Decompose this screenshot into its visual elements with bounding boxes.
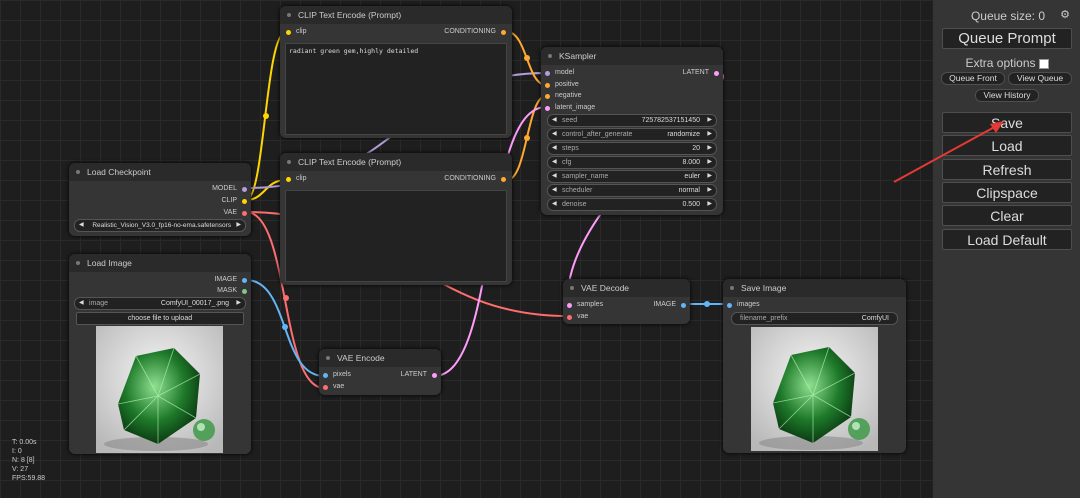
input-images[interactable]: images (725, 300, 760, 310)
input-pixels[interactable]: pixels (321, 370, 351, 380)
output-conditioning[interactable]: CONDITIONING (444, 27, 508, 37)
node-vae-decode[interactable]: VAE Decode samples IMAGE vae (563, 279, 690, 324)
widget-denoise[interactable]: ◀ denoise 0.500 ▶ (547, 198, 717, 211)
load-default-button[interactable]: Load Default (942, 229, 1072, 250)
node-save-image[interactable]: Save Image images filename_prefix ComfyUI (723, 279, 906, 453)
increment-arrow-icon[interactable]: ▶ (707, 171, 712, 182)
increment-arrow-icon[interactable]: ▶ (707, 115, 712, 126)
decrement-arrow-icon[interactable]: ◀ (552, 129, 557, 140)
node-load-image[interactable]: Load Image IMAGE MASK ◀ image ComfyUI_0001… (69, 254, 251, 454)
extra-options: Extra options (933, 56, 1080, 70)
decrement-arrow-icon[interactable]: ◀ (552, 115, 557, 126)
choose-file-button[interactable]: choose file to upload (76, 312, 244, 325)
widget-filename-prefix[interactable]: filename_prefix ComfyUI (731, 312, 898, 325)
node-title[interactable]: Save Image (723, 279, 906, 297)
node-vae-encode[interactable]: VAE Encode pixels LATENT vae (319, 349, 441, 395)
prompt-textarea[interactable]: radiant green gem,highly detailed (285, 43, 507, 135)
output-vae[interactable]: VAE (224, 208, 250, 218)
widget-cfg[interactable]: ◀ cfg 8.000 ▶ (547, 156, 717, 169)
gear-icon[interactable]: ⚙ (1060, 8, 1070, 21)
node-title[interactable]: CLIP Text Encode (Prompt) (280, 153, 512, 171)
output-image[interactable]: IMAGE (653, 300, 688, 310)
clear-button[interactable]: Clear (942, 205, 1072, 226)
input-model[interactable]: model (543, 68, 574, 78)
menu-panel: Queue size: 0 ⚙ Queue Prompt Extra optio… (932, 0, 1080, 498)
decrement-arrow-icon[interactable]: ◀ (552, 157, 557, 168)
increment-arrow-icon[interactable]: ▶ (707, 157, 712, 168)
output-latent[interactable]: LATENT (401, 370, 439, 380)
input-negative[interactable]: negative (543, 91, 581, 101)
gem-image-preview (96, 326, 223, 453)
input-vae[interactable]: vae (565, 312, 588, 322)
input-clip[interactable]: clip (284, 27, 307, 37)
save-button[interactable]: Save (942, 112, 1072, 133)
widget-seed[interactable]: ◀ seed 725782537151450 ▶ (547, 114, 717, 127)
decrement-arrow-icon[interactable]: ◀ (552, 171, 557, 182)
view-queue-button[interactable]: View Queue (1008, 72, 1072, 85)
output-image-preview (751, 327, 878, 451)
extra-options-checkbox[interactable] (1038, 58, 1049, 69)
widget-scheduler[interactable]: ◀ scheduler normal ▶ (547, 184, 717, 197)
input-positive[interactable]: positive (543, 80, 579, 90)
output-model[interactable]: MODEL (212, 184, 249, 194)
output-conditioning[interactable]: CONDITIONING (444, 174, 508, 184)
widget-ckpt-name[interactable]: ◀ Realistic_Vision_V3.0_fp16-no-ema.safet… (74, 219, 246, 232)
widget-steps[interactable]: ◀ steps 20 ▶ (547, 142, 717, 155)
node-title[interactable]: Load Checkpoint (69, 163, 251, 181)
decrement-arrow-icon[interactable]: ◀ (552, 143, 557, 154)
view-history-button[interactable]: View History (975, 89, 1039, 102)
increment-arrow-icon[interactable]: ▶ (707, 199, 712, 210)
node-title[interactable]: VAE Decode (563, 279, 690, 297)
node-load-checkpoint[interactable]: Load Checkpoint MODEL CLIP VAE ◀ Realisti… (69, 163, 251, 236)
load-button[interactable]: Load (942, 135, 1072, 156)
prompt-textarea[interactable] (285, 190, 507, 282)
widget-sampler-name[interactable]: ◀ sampler_name euler ▶ (547, 170, 717, 183)
decrement-arrow-icon[interactable]: ◀ (552, 185, 557, 196)
increment-arrow-icon[interactable]: ▶ (236, 298, 241, 309)
increment-arrow-icon[interactable]: ▶ (707, 185, 712, 196)
output-mask[interactable]: MASK (217, 286, 249, 296)
increment-arrow-icon[interactable]: ▶ (236, 220, 241, 231)
node-canvas[interactable]: CLIP Text Encode (Prompt) clip CONDITION… (0, 0, 932, 498)
increment-arrow-icon[interactable]: ▶ (707, 143, 712, 154)
increment-arrow-icon[interactable]: ▶ (707, 129, 712, 140)
input-vae[interactable]: vae (321, 382, 344, 392)
widget-image[interactable]: ◀ image ComfyUI_00017_.png ▶ (74, 297, 246, 310)
queue-size-label: Queue size: 0 (970, 9, 1045, 23)
output-clip[interactable]: CLIP (221, 196, 249, 206)
node-title[interactable]: Load Image (69, 254, 251, 272)
node-title[interactable]: KSampler (541, 47, 723, 65)
clipspace-button[interactable]: Clipspace (942, 182, 1072, 203)
node-title[interactable]: CLIP Text Encode (Prompt) (280, 6, 512, 24)
input-samples[interactable]: samples (565, 300, 603, 310)
output-latent[interactable]: LATENT (683, 68, 721, 78)
refresh-button[interactable]: Refresh (942, 159, 1072, 180)
node-title[interactable]: VAE Encode (319, 349, 441, 367)
decrement-arrow-icon[interactable]: ◀ (79, 298, 84, 309)
node-ksampler[interactable]: KSampler model LATENT positive negative … (541, 47, 723, 215)
input-latent-image[interactable]: latent_image (543, 103, 595, 113)
input-clip[interactable]: clip (284, 174, 307, 184)
queue-prompt-button[interactable]: Queue Prompt (942, 28, 1072, 49)
render-stats: T: 0.00s I: 0 N: 8 [8] V: 27 FPS:59.88 (12, 439, 46, 482)
node-clip-text-encode-positive[interactable]: CLIP Text Encode (Prompt) clip CONDITION… (280, 6, 512, 138)
wire-image-pixels (245, 279, 325, 377)
queue-front-button[interactable]: Queue Front (941, 72, 1005, 85)
decrement-arrow-icon[interactable]: ◀ (79, 220, 84, 231)
node-clip-text-encode-negative[interactable]: CLIP Text Encode (Prompt) clip CONDITION… (280, 153, 512, 285)
output-image[interactable]: IMAGE (214, 275, 249, 285)
widget-control-after-generate[interactable]: ◀ control_after_generate randomize ▶ (547, 128, 717, 141)
decrement-arrow-icon[interactable]: ◀ (552, 199, 557, 210)
